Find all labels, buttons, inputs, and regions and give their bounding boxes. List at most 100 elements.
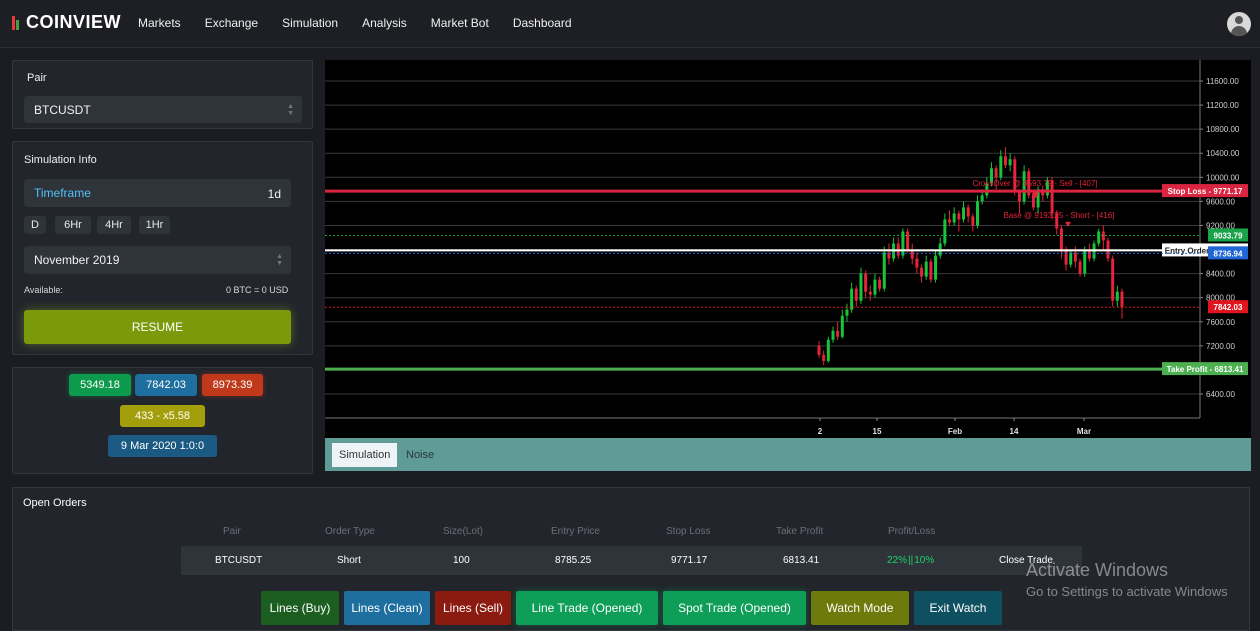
activate-windows-subtitle: Go to Settings to activate Windows [1026,584,1228,599]
timestamp-badge: 9 Mar 2020 1:0:0 [108,435,217,457]
candle-body [864,273,868,292]
cell-order-type: Short [337,555,361,566]
top-navbar: COINVIEW Markets Exchange Simulation Ana… [0,0,1260,48]
timeframe-1hr-button[interactable]: 1Hr [139,216,170,234]
low-price-badge: 5349.18 [69,374,131,396]
open-orders-title: Open Orders [23,497,87,509]
candle-body [1120,291,1124,308]
col-pair: Pair [223,526,241,537]
pair-select[interactable]: BTCUSDT ▲ ▼ [24,96,302,123]
candle-body [952,213,956,223]
app-logo[interactable]: COINVIEW [12,12,121,33]
candle-body [836,330,840,337]
nav-analysis[interactable]: Analysis [362,16,407,30]
timeframe-4hr-button[interactable]: 4Hr [97,216,131,234]
resume-button[interactable]: RESUME [24,310,291,344]
available-label: Available: [24,285,63,295]
candle-body [994,168,998,178]
cell-stop: 9771.17 [671,555,708,566]
select-caret-icon: ▲ ▼ [287,102,294,117]
current-price-badge: 7842.03 [135,374,197,396]
candle-body [859,273,863,301]
profit-percent: 22% [887,555,908,566]
x-tick-label: 2 [818,427,823,436]
annotation-label: Base @ 9193.25 - Short - [416] [1004,211,1115,220]
simulation-info-title: Simulation Info [24,154,97,166]
col-profit-loss: Profit/Loss [888,526,936,537]
candle-body [854,288,858,301]
candle-body [1078,261,1082,274]
candle-body [817,345,821,355]
spot-trade-opened-button[interactable]: Spot Trade (Opened) [663,591,806,625]
candlestick-chart[interactable]: 11600.00 11200.00 10800.00 10400.00 10000.00… [325,60,1251,438]
tab-noise[interactable]: Noise [399,443,441,467]
col-entry-price: Entry Price [551,526,600,537]
watch-mode-button[interactable]: Watch Mode [811,591,909,625]
candle-body [822,354,826,361]
candle-body [1097,231,1101,244]
month-select-value: November 2019 [34,253,120,267]
timeframe-label: Timeframe [34,186,91,200]
candle-body [882,252,886,289]
annotation-label: CrossOver @ 9593.79 - Sell - [407] [972,179,1097,188]
col-take-profit: Take Profit [776,526,824,537]
y-tick-label: 8400.00 [1206,270,1235,279]
x-tick-label: Mar [1077,427,1091,436]
exit-watch-button[interactable]: Exit Watch [914,591,1002,625]
cell-pair: BTCUSDT [215,555,263,566]
candle-body [826,339,830,361]
leverage-badge: 433 - x5.58 [120,405,205,427]
candle-body [1008,159,1012,166]
col-size: Size(Lot) [443,526,484,537]
timeframe-6hr-button[interactable]: 6Hr [55,216,91,234]
candle-body [999,156,1003,178]
nav-simulation[interactable]: Simulation [282,16,338,30]
candle-body [962,207,966,220]
nav-dashboard[interactable]: Dashboard [513,16,572,30]
activate-windows-title: Activate Windows [1026,560,1169,580]
candle-body [850,288,854,310]
user-avatar-icon[interactable] [1227,12,1251,36]
candle-body [1003,156,1007,166]
price-level-label: 7842.03 [1214,303,1243,312]
lines-sell-button[interactable]: Lines (Sell) [435,591,511,625]
lines-clean-button[interactable]: Lines (Clean) [344,591,430,625]
col-order-type: Order Type [325,526,375,537]
candle-body [831,330,835,340]
x-tick-label: Feb [948,427,962,436]
cell-profit-loss: 22%||10% [887,555,934,566]
short-arrow-icon [1065,221,1071,227]
candle-body [980,195,984,202]
month-select[interactable]: November 2019 ▲ ▼ [24,246,291,274]
timeframe-value: 1d [267,187,281,201]
lines-buy-button[interactable]: Lines (Buy) [261,591,339,625]
price-level-label: 9033.79 [1214,231,1243,240]
pair-select-value: BTCUSDT [34,102,91,117]
cell-take: 6813.41 [783,555,820,566]
nav-market-bot[interactable]: Market Bot [431,16,489,30]
price-level-label: 8736.94 [1214,249,1243,258]
candle-body [948,219,952,223]
candle-body [1069,252,1073,265]
timeframe-d-button[interactable]: D [24,216,46,234]
x-tick-label: 15 [873,427,882,436]
nav-exchange[interactable]: Exchange [205,16,258,30]
candle-body [1101,231,1105,241]
y-tick-label: 11600.00 [1206,77,1239,86]
nav-markets[interactable]: Markets [138,16,181,30]
line-trade-opened-button[interactable]: Line Trade (Opened) [516,591,658,625]
cell-entry: 8785.25 [555,555,592,566]
candle-body [915,258,919,268]
candle-body [971,216,975,226]
pair-label: Pair [27,72,47,84]
high-price-badge: 8973.39 [202,374,263,396]
available-value: 0 BTC = 0 USD [226,285,289,295]
y-tick-label: 7600.00 [1206,318,1235,327]
candle-body [929,261,933,280]
timeframe-field[interactable]: Timeframe 1d [24,179,291,207]
candle-body [873,279,877,295]
tab-simulation[interactable]: Simulation [332,443,398,467]
select-caret-icon: ▲ ▼ [276,253,283,267]
candle-body [943,219,947,244]
price-chart[interactable]: 11600.00 11200.00 10800.00 10400.00 10000.00… [325,60,1251,438]
